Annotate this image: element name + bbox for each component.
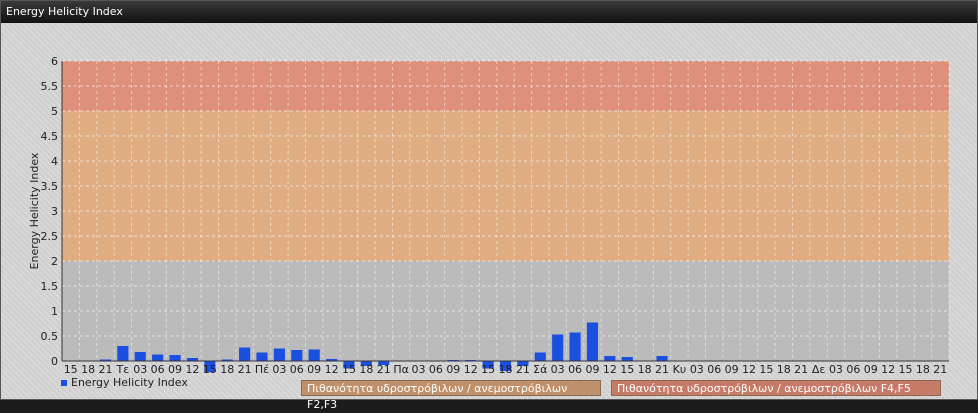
bar: [291, 350, 303, 361]
x-tick-label: 15: [620, 363, 634, 376]
x-tick-label: 21: [794, 363, 808, 376]
x-tick-label: Κυ: [673, 363, 687, 376]
x-tick-label: 09: [725, 363, 739, 376]
x-tick-label: 03: [412, 363, 426, 376]
x-tick-label: 21: [933, 363, 947, 376]
x-tick-label: 18: [777, 363, 791, 376]
bar: [534, 352, 546, 361]
x-tick-label: 06: [429, 363, 443, 376]
x-tick-label: Δε: [812, 363, 826, 376]
x-tick-label: 15: [64, 363, 78, 376]
x-tick-label: 18: [638, 363, 652, 376]
x-tick-label: Πέ: [255, 363, 269, 376]
x-tick-label: 03: [829, 363, 843, 376]
x-tick-label: 03: [133, 363, 147, 376]
x-tick-label: 18: [220, 363, 234, 376]
y-tick-label: 3: [51, 205, 58, 218]
x-tick-label: 18: [81, 363, 95, 376]
x-tick-label: 09: [585, 363, 599, 376]
y-tick-label: 5: [51, 105, 58, 118]
bar: [134, 352, 146, 361]
legend-badge-f2f3: Πιθανότητα υδροστρόβιλων / ανεμοστρόβιλω…: [301, 380, 601, 411]
y-tick-label: 0: [51, 355, 58, 368]
bar: [273, 348, 285, 361]
x-tick-label: 06: [568, 363, 582, 376]
bar: [117, 346, 129, 361]
x-tick-label: 09: [168, 363, 182, 376]
bar: [604, 356, 616, 361]
x-tick-label: 21: [655, 363, 669, 376]
y-tick-label: 1: [51, 305, 58, 318]
x-tick-label: 21: [98, 363, 112, 376]
y-axis-label: Energy Helicity Index: [28, 152, 41, 269]
x-tick-label: 03: [272, 363, 286, 376]
chart-window: Energy Helicity Index 0 0.5 1 1.5 2 2.5 3 3.5 4 4…: [0, 0, 978, 411]
x-tick-label: 21: [377, 363, 391, 376]
x-tick-label: Σά: [533, 363, 547, 376]
y-tick-label: 3.5: [41, 180, 59, 193]
bar: [552, 334, 564, 361]
y-tick-label: 4: [51, 155, 58, 168]
x-tick-label: 12: [325, 363, 339, 376]
x-tick-label: 06: [290, 363, 304, 376]
x-tick-label: 15: [342, 363, 356, 376]
bar: [256, 352, 268, 361]
x-tick-label: 18: [916, 363, 930, 376]
x-tick-label: 06: [707, 363, 721, 376]
bar: [308, 349, 320, 361]
y-tick-label: 2: [51, 255, 58, 268]
x-tick-label: 21: [516, 363, 530, 376]
x-tick-label: 18: [359, 363, 373, 376]
bar: [621, 357, 633, 361]
bar: [569, 332, 581, 361]
bar: [169, 355, 181, 361]
x-tick-label: 12: [185, 363, 199, 376]
x-tick-label: 18: [499, 363, 513, 376]
bar: [656, 356, 668, 361]
x-tick-label: 03: [690, 363, 704, 376]
x-tick-label: 12: [881, 363, 895, 376]
ehi-chart: 00.511.522.533.544.555.5615 18 21 Τε 03 06 09 1…: [28, 55, 950, 389]
y-tick-label: 4.5: [41, 130, 59, 143]
bar: [586, 322, 599, 361]
legend-badge-f4f5: Πιθανότητα υδροστρόβιλων / ανεμοστρόβιλω…: [611, 380, 941, 396]
x-tick-label: 15: [759, 363, 773, 376]
x-tick-label: 12: [603, 363, 617, 376]
x-tick-label: Πα: [393, 363, 409, 376]
x-tick-label: 03: [551, 363, 565, 376]
bar: [239, 347, 251, 361]
x-tick-label: 15: [481, 363, 495, 376]
x-tick-label: 09: [446, 363, 460, 376]
x-tick-label: 06: [846, 363, 860, 376]
x-tick-label: 06: [151, 363, 165, 376]
y-tick-label: 6: [51, 55, 58, 68]
y-tick-label: 1.5: [41, 280, 59, 293]
x-tick-label: 21: [238, 363, 252, 376]
y-tick-label: 5.5: [41, 80, 59, 93]
y-tick-label: 2.5: [41, 230, 59, 243]
y-tick-label: 0.5: [41, 330, 59, 343]
legend-series-label: Energy Helicity Index: [71, 376, 188, 389]
x-tick-label: 12: [464, 363, 478, 376]
x-tick-label: 15: [203, 363, 217, 376]
x-tick-label: 15: [899, 363, 913, 376]
legend-swatch: [61, 380, 67, 386]
x-tick-label: 09: [864, 363, 878, 376]
x-tick-label: Τε: [116, 363, 130, 376]
bar: [152, 354, 164, 361]
x-tick-label: 12: [742, 363, 756, 376]
x-tick-label: 09: [307, 363, 321, 376]
